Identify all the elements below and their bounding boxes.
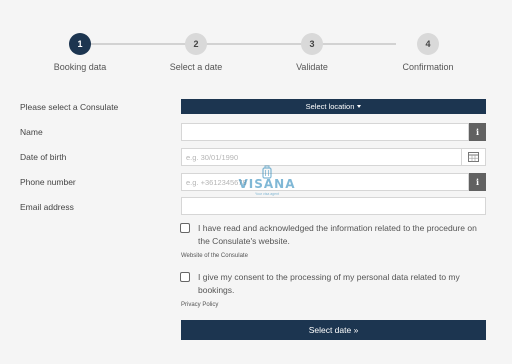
privacy-policy-link[interactable]: Privacy Policy [181, 302, 218, 308]
dob-label: Date of birth [20, 152, 67, 162]
watermark-tagline: Your visa agent [255, 192, 279, 196]
calendar-icon [468, 152, 479, 162]
consent-procedure-checkbox[interactable] [180, 223, 190, 233]
phone-info-button[interactable]: i [469, 173, 486, 191]
select-date-button[interactable]: Select date » [181, 320, 486, 340]
consent-privacy-checkbox[interactable] [180, 272, 190, 282]
name-label: Name [20, 127, 43, 137]
consent-procedure-text: I have read and acknowledged the informa… [198, 223, 477, 246]
select-location-button[interactable]: Select location [181, 99, 486, 114]
stepper-track [90, 43, 396, 45]
name-info-button[interactable]: i [469, 123, 486, 141]
step-3-circle: 3 [301, 33, 323, 55]
step-3-label: Validate [296, 62, 328, 72]
step-4-circle: 4 [417, 33, 439, 55]
name-input[interactable] [181, 123, 469, 141]
caret-down-icon [357, 105, 362, 108]
step-2-circle: 2 [185, 33, 207, 55]
select-date-label: Select date » [308, 325, 359, 335]
progress-stepper: 1 Booking data 2 Select a date 3 Validat… [0, 33, 512, 78]
consulate-website-link[interactable]: Website of the Consulate [181, 253, 248, 259]
calendar-button[interactable] [462, 148, 486, 166]
consulate-label: Please select a Consulate [20, 102, 119, 112]
info-icon: i [475, 127, 480, 137]
consent-privacy-text: I give my consent to the processing of m… [198, 272, 460, 295]
step-2-label: Select a date [169, 62, 223, 72]
info-icon: i [475, 177, 480, 187]
phone-label: Phone number [20, 177, 76, 187]
step-1-label: Booking data [53, 62, 107, 72]
phone-input[interactable] [181, 173, 469, 191]
select-location-label: Select location [305, 102, 355, 111]
step-1-circle: 1 [69, 33, 91, 55]
email-input[interactable] [181, 197, 486, 215]
dob-input[interactable] [181, 148, 462, 166]
step-4-label: Confirmation [402, 62, 454, 72]
email-label: Email address [20, 202, 74, 212]
